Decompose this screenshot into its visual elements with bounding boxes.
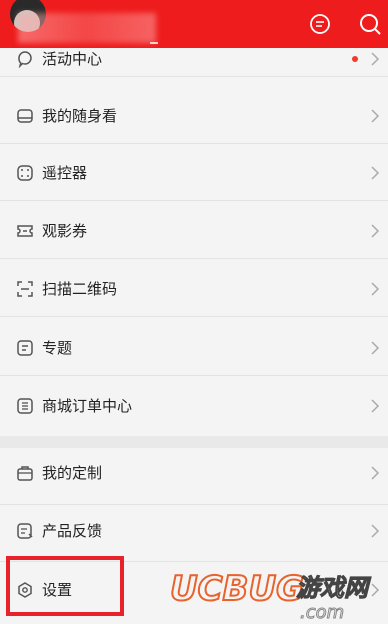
feedback-icon — [17, 523, 33, 539]
chevron-right-icon — [371, 341, 380, 355]
menu-item-label: 商城订单中心 — [42, 397, 133, 415]
notification-dot — [352, 56, 358, 62]
menu-item-label: 我的随身看 — [42, 107, 118, 125]
chevron-right-icon — [371, 52, 380, 66]
bubble-icon — [18, 51, 32, 68]
section-divider — [0, 436, 388, 448]
remote-icon — [17, 165, 33, 181]
ucbug-watermark-logo: UCBUG 游戏网 .com — [169, 568, 372, 624]
custom-icon — [17, 466, 33, 481]
top-bar — [0, 0, 388, 48]
chevron-right-icon — [371, 166, 380, 180]
menu-item-my-custom[interactable]: 我的定制 — [0, 448, 388, 505]
menu-item-movie-ticket[interactable]: 观影券 — [0, 202, 388, 259]
menu-item-label: 我的定制 — [42, 464, 103, 482]
menu-item-mall-orders[interactable]: 商城订单中心 — [0, 377, 388, 436]
menu-item-label: 专题 — [42, 339, 73, 357]
menu-item-label: 产品反馈 — [42, 522, 103, 540]
watermark-brand: UCBUG — [170, 569, 304, 609]
menu-item-label: 遥控器 — [42, 164, 88, 182]
chevron-right-icon — [371, 524, 380, 538]
settings-highlight-box — [6, 556, 124, 616]
menu-item-label: 观影券 — [42, 222, 88, 240]
chevron-right-icon — [371, 399, 380, 413]
menu-item-label: 活动中心 — [42, 50, 103, 68]
menu-item-topic[interactable]: 专题 — [0, 319, 388, 376]
scan-icon — [17, 281, 33, 297]
username-blurred — [18, 13, 156, 43]
menu-item-remote[interactable]: 遥控器 — [0, 144, 388, 201]
menu-item-label: 扫描二维码 — [42, 280, 118, 298]
search-icon[interactable] — [358, 12, 382, 36]
username-underline — [150, 42, 158, 44]
chevron-right-icon — [371, 466, 380, 480]
chevron-right-icon — [371, 282, 380, 296]
tray-icon — [17, 109, 33, 123]
menu-item-feedback[interactable]: 产品反馈 — [0, 505, 388, 562]
message-icon[interactable] — [308, 12, 332, 36]
topic-icon — [17, 340, 33, 356]
chevron-right-icon — [371, 224, 380, 238]
order-icon — [17, 398, 33, 414]
ticket-icon — [17, 225, 33, 237]
menu-item-my-portable[interactable]: 我的随身看 — [0, 87, 388, 144]
watermark-domain: .com — [300, 602, 344, 623]
watermark-site: 游戏网 — [296, 573, 372, 602]
menu-item-scan-qr[interactable]: 扫描二维码 — [0, 260, 388, 317]
chevron-right-icon — [371, 109, 380, 123]
